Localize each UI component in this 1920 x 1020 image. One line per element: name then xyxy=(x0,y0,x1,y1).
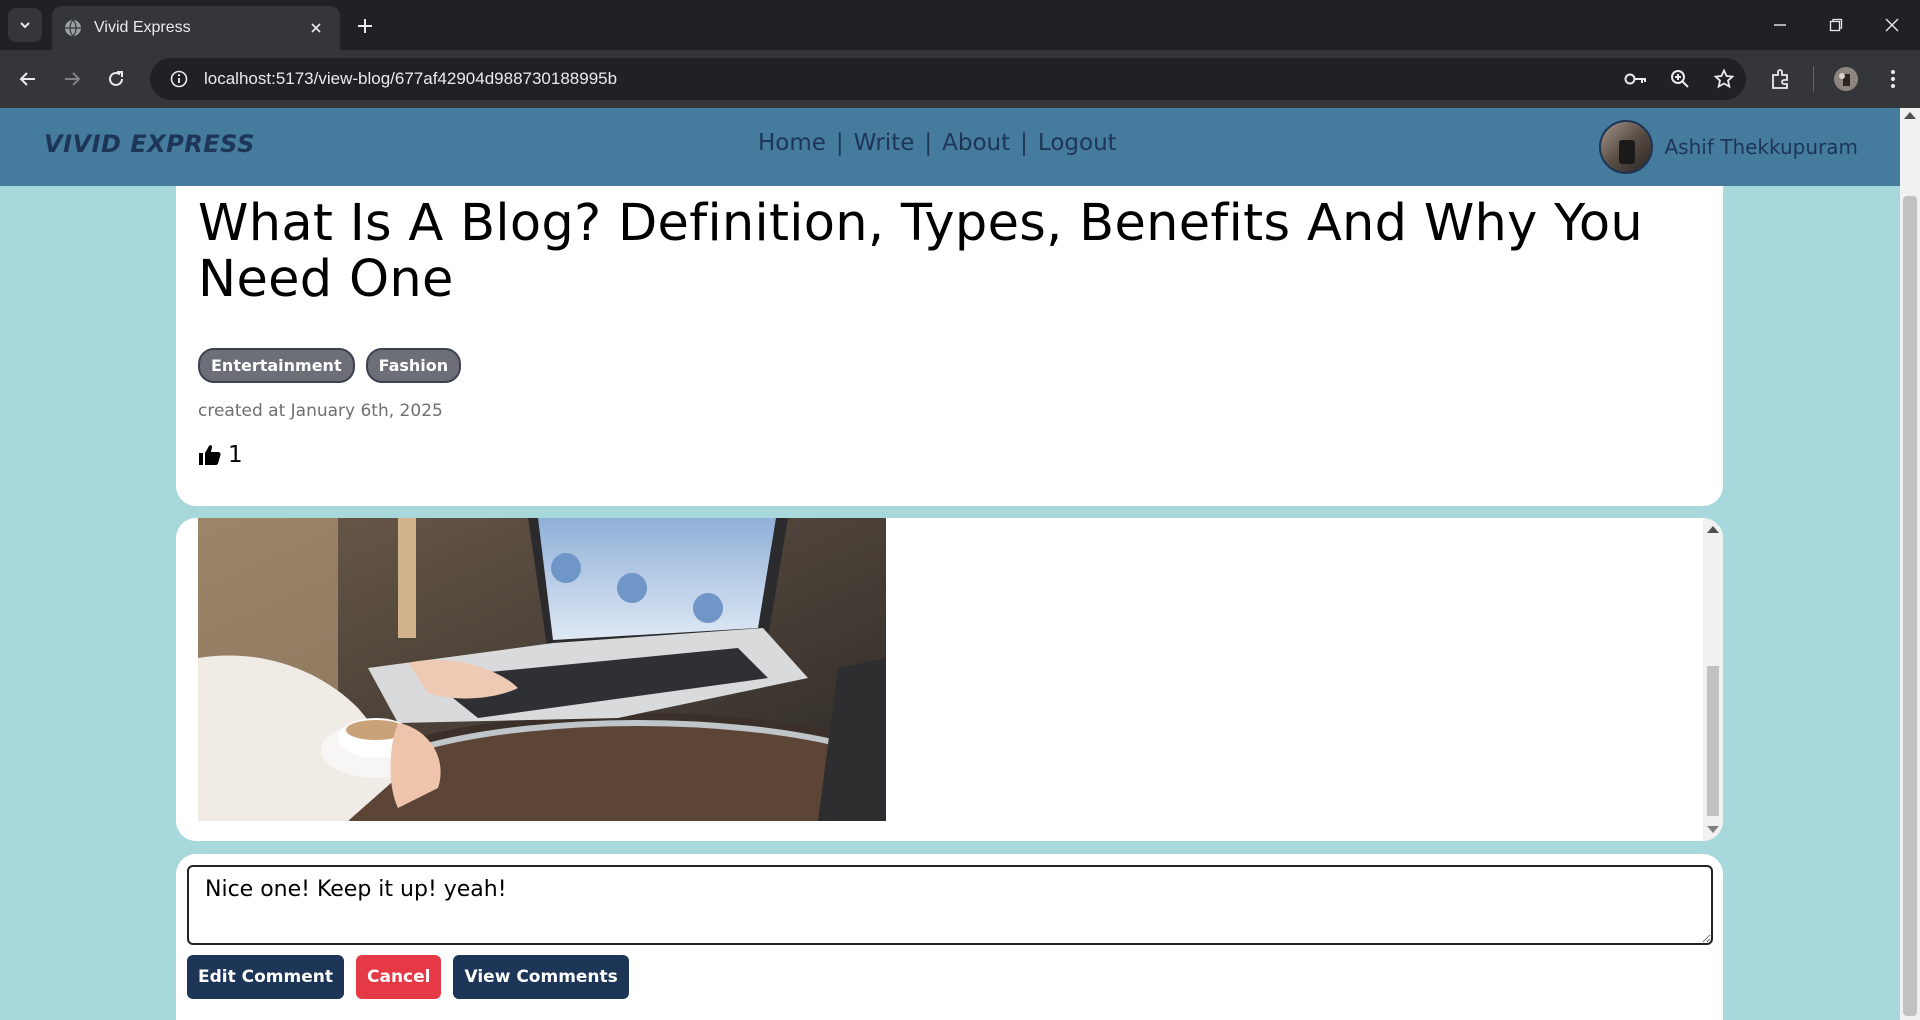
scroll-thumb[interactable] xyxy=(1707,666,1719,816)
profile-avatar-icon[interactable] xyxy=(1830,63,1862,95)
new-tab-button[interactable] xyxy=(350,11,380,41)
back-button[interactable] xyxy=(12,63,44,95)
address-bar[interactable]: localhost:5173/view-blog/677af42904d9887… xyxy=(150,58,1746,100)
url-text: localhost:5173/view-blog/677af42904d9887… xyxy=(204,69,618,88)
reload-button[interactable] xyxy=(100,63,132,95)
arrow-left-icon xyxy=(19,72,35,86)
minimize-button[interactable] xyxy=(1752,0,1808,50)
kebab-menu-icon[interactable] xyxy=(1877,63,1909,95)
scroll-up-icon[interactable] xyxy=(1707,526,1719,533)
blog-cover-image xyxy=(198,518,886,821)
nav-about[interactable]: About xyxy=(932,130,1020,156)
zoom-icon[interactable] xyxy=(1658,58,1702,100)
site-info-icon[interactable] xyxy=(158,58,200,100)
scroll-down-icon[interactable] xyxy=(1707,826,1719,833)
tag-fashion[interactable]: Fashion xyxy=(365,348,462,383)
key-icon[interactable] xyxy=(1614,58,1658,100)
globe-icon xyxy=(65,19,81,37)
avatar[interactable] xyxy=(1598,120,1653,174)
comment-card: Nice one! Keep it up! yeah! Edit Comment… xyxy=(176,854,1723,1020)
tag-list: Entertainment Fashion xyxy=(198,348,462,383)
post-body-scrollbar[interactable] xyxy=(1703,518,1723,841)
nav-logout[interactable]: Logout xyxy=(1028,130,1127,156)
arrow-right-icon xyxy=(65,72,81,86)
site-logo[interactable]: VIVID EXPRESS xyxy=(44,130,255,158)
browser-tab-strip: Vivid Express xyxy=(0,0,1920,50)
comment-input[interactable]: Nice one! Keep it up! yeah! xyxy=(187,865,1713,945)
view-comments-button[interactable]: View Comments xyxy=(453,955,629,999)
nav-separator: | xyxy=(924,130,933,156)
page-scroll-thumb[interactable] xyxy=(1903,196,1917,1016)
reload-icon xyxy=(109,71,123,86)
star-icon[interactable] xyxy=(1702,58,1746,100)
chevron-down-icon xyxy=(20,22,30,29)
cancel-button[interactable]: Cancel xyxy=(356,955,442,999)
like-button[interactable]: 1 xyxy=(198,442,243,468)
browser-tab[interactable]: Vivid Express xyxy=(52,6,340,50)
edit-comment-button[interactable]: Edit Comment xyxy=(187,955,344,999)
created-date: created at January 6th, 2025 xyxy=(198,401,443,421)
scroll-up-icon[interactable] xyxy=(1904,112,1916,119)
close-window-button[interactable] xyxy=(1864,0,1920,50)
forward-button[interactable] xyxy=(56,63,88,95)
tab-search-button[interactable] xyxy=(8,8,42,42)
main-nav: Home | Write | About | Logout xyxy=(748,130,1127,156)
like-count: 1 xyxy=(228,442,243,468)
nav-separator: | xyxy=(1020,130,1028,156)
post-body-card xyxy=(176,518,1723,841)
site-header: VIVID EXPRESS Home | Write | About | Log… xyxy=(0,108,1900,186)
post-title: What Is A Blog? Definition, Types, Benef… xyxy=(198,194,1643,309)
toolbar-divider xyxy=(1813,66,1814,92)
post-header-card: What Is A Blog? Definition, Types, Benef… xyxy=(176,138,1723,506)
user-name: Ashif Thekkupuram xyxy=(1664,135,1859,159)
extensions-icon[interactable] xyxy=(1765,63,1797,95)
tab-title: Vivid Express xyxy=(94,19,191,36)
restore-button[interactable] xyxy=(1808,0,1864,50)
page-viewport: What Is A Blog? Definition, Types, Benef… xyxy=(0,108,1920,1020)
tag-entertainment[interactable]: Entertainment xyxy=(198,348,355,383)
thumbs-up-icon xyxy=(199,445,221,465)
page-scrollbar[interactable] xyxy=(1900,108,1920,1020)
nav-separator: | xyxy=(835,130,844,156)
nav-home[interactable]: Home xyxy=(748,130,836,156)
user-profile[interactable]: Ashif Thekkupuram xyxy=(1598,120,1859,174)
plus-icon xyxy=(358,19,372,33)
close-tab-icon[interactable] xyxy=(304,16,328,40)
browser-toolbar: localhost:5173/view-blog/677af42904d9887… xyxy=(0,50,1920,108)
nav-write[interactable]: Write xyxy=(844,130,925,156)
